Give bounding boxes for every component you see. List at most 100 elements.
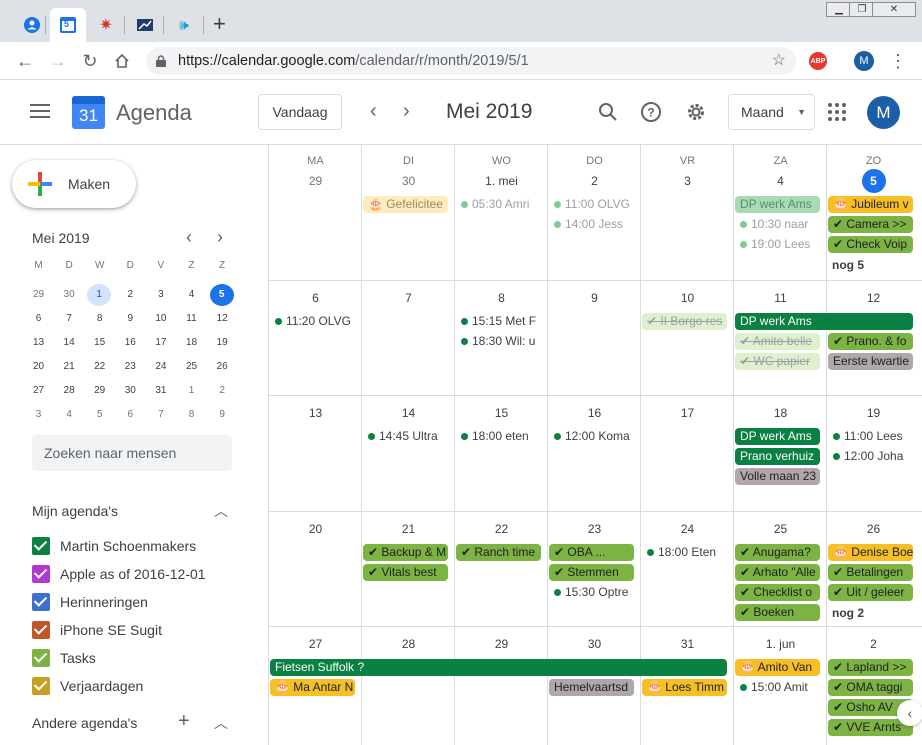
mini-day[interactable]: 8 <box>176 404 207 426</box>
calendar-event[interactable]: 🎂 Denise Boe <box>828 544 913 561</box>
calendar-event[interactable]: 05:30 Amri <box>456 196 541 213</box>
calendar-event[interactable]: 🎂 Ma Antar N <box>270 679 355 696</box>
mini-day[interactable]: 4 <box>54 404 85 426</box>
calendar-event[interactable]: 10:30 naar <box>735 216 820 233</box>
search-icon[interactable] <box>598 102 618 122</box>
calendar-event[interactable]: ✔ Anugama? <box>735 544 820 561</box>
calendar-event[interactable]: 11:20 OLVG <box>270 313 355 330</box>
day-number[interactable]: 19 <box>827 403 920 423</box>
calendar-event[interactable]: ✔ Check Voip <box>828 236 913 253</box>
side-panel-toggle-icon[interactable]: ‹ <box>897 700 922 726</box>
calendar-item[interactable]: Verjaardagen <box>0 677 268 701</box>
day-number[interactable]: 1. mei <box>455 171 548 191</box>
calendar-event[interactable]: ✔ Uit / geleer <box>828 584 913 601</box>
day-number[interactable]: 4 <box>734 171 827 191</box>
calendar-event[interactable]: Prano verhuiz <box>735 448 820 465</box>
mini-day[interactable]: 22 <box>84 356 115 378</box>
calendar-event[interactable]: ✔ Betalingen <box>828 564 913 581</box>
mini-day[interactable]: 3 <box>23 404 54 426</box>
calendar-event[interactable]: ✔ Prano. & fo <box>828 333 913 350</box>
day-number[interactable]: 26 <box>827 519 920 539</box>
calendar-event[interactable]: DP werk Ams <box>735 428 820 445</box>
day-number[interactable]: 9 <box>548 288 641 308</box>
day-number[interactable]: 30 <box>548 634 641 654</box>
calendar-item[interactable]: Apple as of 2016-12-01 <box>0 565 268 589</box>
calendar-event[interactable]: 12:00 Joha <box>828 448 913 465</box>
calendar-event[interactable]: ✔ Stemmen <box>549 564 634 581</box>
day-number[interactable]: 10 <box>641 288 734 308</box>
calendar-checkbox[interactable] <box>32 649 50 667</box>
mini-day[interactable]: 3 <box>145 284 176 306</box>
calendar-event[interactable]: ✔ Checklist o <box>735 584 820 601</box>
mini-day[interactable]: 10 <box>145 308 176 330</box>
calendar-event[interactable]: ✔ Amito belle <box>735 333 820 350</box>
day-number[interactable]: 30 <box>362 171 455 191</box>
close-window-button[interactable]: ✕ <box>872 2 916 17</box>
calendar-event[interactable]: 🎂 Amito Van <box>735 659 820 676</box>
more-events-link[interactable]: nog 2 <box>832 606 864 620</box>
collapse-other-chevron-icon[interactable]: ︿ <box>214 713 228 733</box>
day-number[interactable]: 7 <box>362 288 455 308</box>
create-button[interactable]: Maken <box>12 160 136 208</box>
day-number[interactable]: 23 <box>548 519 641 539</box>
calendar-checkbox[interactable] <box>32 677 50 695</box>
calendar-event[interactable]: ✔ II Borgo res <box>642 313 727 330</box>
calendar-event[interactable]: 🎂 Gefelicitee <box>363 196 448 213</box>
calendar-checkbox[interactable] <box>32 537 50 555</box>
mini-day[interactable]: 16 <box>115 332 146 354</box>
settings-gear-icon[interactable] <box>685 101 707 123</box>
day-number[interactable]: 14 <box>362 403 455 423</box>
address-bar[interactable]: https://calendar.google.com/calendar/r/m… <box>146 47 796 75</box>
day-number[interactable]: 31 <box>641 634 734 654</box>
help-icon[interactable]: ? <box>640 101 662 123</box>
calendar-item[interactable]: iPhone SE Sugit <box>0 621 268 645</box>
add-calendar-icon[interactable]: + <box>178 710 190 733</box>
mini-day[interactable]: 6 <box>23 308 54 330</box>
tab-chart[interactable] <box>127 8 163 42</box>
day-number[interactable]: 22 <box>455 519 548 539</box>
calendar-event[interactable]: 🎂 Loes Timm <box>642 679 727 696</box>
home-icon[interactable] <box>112 51 132 71</box>
mini-day[interactable]: 15 <box>84 332 115 354</box>
calendar-event[interactable]: 18:00 Eten <box>642 544 727 561</box>
mini-day[interactable]: 23 <box>115 356 146 378</box>
calendar-event[interactable]: Eerste kwartie <box>828 353 913 370</box>
mini-day[interactable]: 8 <box>84 308 115 330</box>
day-number[interactable]: 16 <box>548 403 641 423</box>
calendar-event[interactable]: 12:00 Koma <box>549 428 634 445</box>
apps-grid-icon[interactable] <box>828 103 846 121</box>
calendar-event[interactable]: ✔ Boeken <box>735 604 820 621</box>
mini-day[interactable]: 5 <box>209 284 234 306</box>
main-menu-icon[interactable] <box>30 104 50 118</box>
mini-day[interactable]: 6 <box>115 404 146 426</box>
mini-next-icon[interactable]: › <box>217 227 223 248</box>
calendar-event[interactable]: 15:30 Optre <box>549 584 634 601</box>
reload-icon[interactable]: ↻ <box>80 51 100 71</box>
calendar-event[interactable]: ✔ Lapland >> <box>828 659 913 676</box>
today-marker[interactable]: 5 <box>861 169 886 193</box>
mini-day[interactable]: 12 <box>207 308 238 330</box>
mini-day[interactable]: 7 <box>145 404 176 426</box>
day-number[interactable]: 2 <box>548 171 641 191</box>
mini-day[interactable]: 2 <box>207 380 238 402</box>
mini-day[interactable]: 21 <box>54 356 85 378</box>
mini-day[interactable]: 17 <box>145 332 176 354</box>
calendar-checkbox[interactable] <box>32 621 50 639</box>
mini-day[interactable]: 9 <box>207 404 238 426</box>
calendar-event[interactable]: Hemelvaartsd <box>549 679 634 696</box>
calendar-event[interactable]: DP werk Ams <box>735 313 913 330</box>
mini-day[interactable]: 13 <box>23 332 54 354</box>
account-avatar[interactable]: M <box>867 96 900 129</box>
calendar-event[interactable]: Volle maan 23 <box>735 468 820 485</box>
mini-day[interactable]: 24 <box>145 356 176 378</box>
browser-menu-icon[interactable]: ⋮ <box>888 51 908 71</box>
new-tab-button[interactable]: + <box>213 12 226 36</box>
mini-day[interactable]: 28 <box>54 380 85 402</box>
day-number[interactable]: 17 <box>641 403 734 423</box>
mini-day[interactable]: 18 <box>176 332 207 354</box>
mini-day[interactable]: 4 <box>176 284 207 306</box>
calendar-checkbox[interactable] <box>32 565 50 583</box>
mini-day[interactable]: 29 <box>23 284 54 306</box>
mini-day[interactable]: 11 <box>176 308 207 330</box>
calendar-item[interactable]: Tasks <box>0 649 268 673</box>
